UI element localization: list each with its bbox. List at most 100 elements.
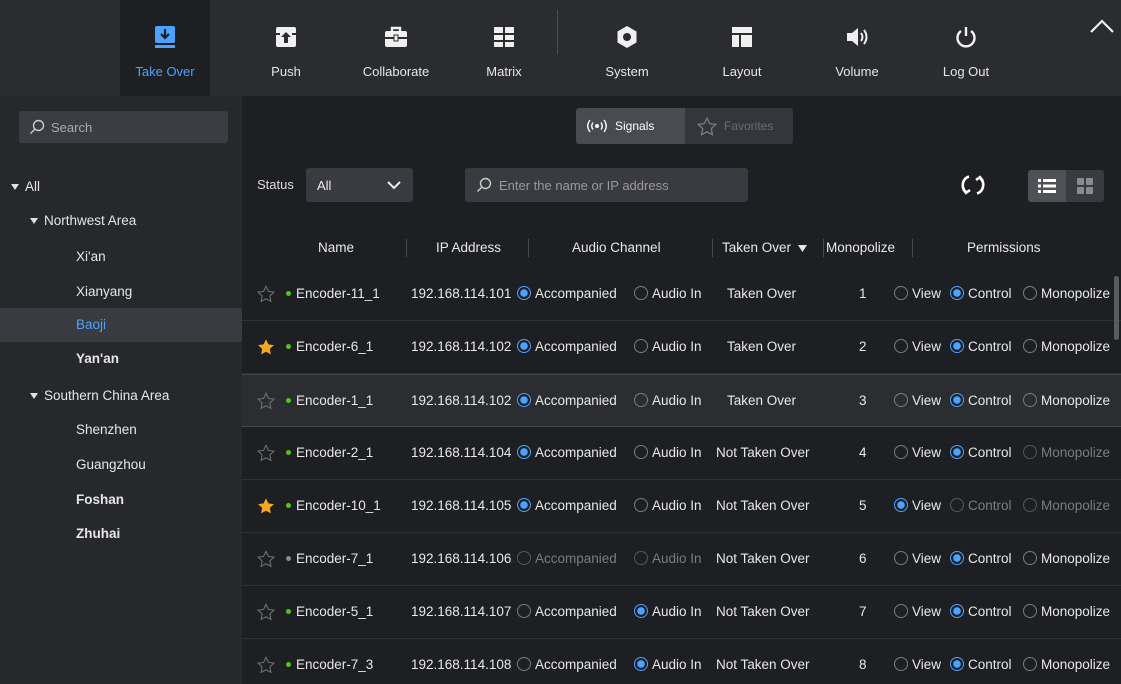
table-row[interactable]: Encoder-11_1 192.168.114.101 Accompanied… [242, 268, 1121, 321]
volume-button[interactable]: Volume [826, 0, 888, 96]
radio-button [517, 498, 531, 513]
permission-control-option[interactable]: Control [950, 533, 1012, 585]
audio-in-option[interactable]: Audio In [634, 480, 702, 532]
tree-node-xianyang[interactable]: Xianyang [0, 275, 242, 309]
permission-view-option[interactable]: View [894, 533, 941, 585]
grid-view-icon[interactable] [1066, 170, 1104, 202]
column-taken-over[interactable]: Taken Over [722, 230, 807, 266]
radio-button [1023, 339, 1037, 354]
layout-button[interactable]: Layout [712, 0, 772, 96]
audio-in-option[interactable]: Audio In [634, 639, 702, 684]
tree-node-baoji[interactable]: Baoji [0, 308, 242, 342]
permission-view-option[interactable]: View [894, 268, 941, 320]
star-filled-icon[interactable] [257, 497, 275, 515]
permission-monopolize-option[interactable]: Monopolize [1023, 533, 1110, 585]
audio-accompanied-option[interactable]: Accompanied [517, 480, 617, 532]
tab-favorites[interactable]: Favorites [685, 108, 793, 144]
collaborate-button[interactable]: Collaborate [352, 0, 440, 96]
tab-signals[interactable]: Signals [576, 108, 685, 144]
list-view-icon[interactable] [1028, 170, 1066, 202]
caret-down-icon [30, 218, 38, 225]
column-permissions[interactable]: Permissions [967, 230, 1041, 266]
scrollbar[interactable] [1114, 276, 1119, 340]
tree-node-baoji-label: Baoji [76, 317, 107, 332]
audio-accompanied-option[interactable]: Accompanied [517, 375, 617, 427]
permission-control-option[interactable]: Control [950, 375, 1012, 427]
permission-monopolize-option[interactable]: Monopolize [1023, 268, 1110, 320]
column-ip-address[interactable]: IP Address [436, 230, 501, 266]
permission-monopolize-option[interactable]: Monopolize [1023, 321, 1110, 373]
permission-control-option[interactable]: Control [950, 427, 1012, 479]
audio-accompanied-option[interactable]: Accompanied [517, 586, 617, 638]
audio-accompanied-option[interactable]: Accompanied [517, 268, 617, 320]
star-outline-icon[interactable] [257, 444, 275, 462]
permission-view-option[interactable]: View [894, 321, 941, 373]
permission-view-label: View [912, 445, 942, 460]
tree-node-xian[interactable]: Xi'an [0, 240, 242, 274]
audio-in-label: Audio In [652, 286, 702, 301]
log-out-button[interactable]: Log Out [935, 0, 997, 96]
permission-control-option[interactable]: Control [950, 586, 1012, 638]
star-filled-icon[interactable] [257, 338, 275, 356]
permission-control-option[interactable]: Control [950, 639, 1012, 684]
audio-in-option[interactable]: Audio In [634, 533, 702, 585]
column-monopolize[interactable]: Monopolize [826, 230, 895, 266]
audio-in-option[interactable]: Audio In [634, 321, 702, 373]
permission-view-option[interactable]: View [894, 427, 941, 479]
chevron-up-icon[interactable] [1089, 18, 1115, 34]
permission-monopolize-option[interactable]: Monopolize [1023, 375, 1110, 427]
permission-monopolize-option[interactable]: Monopolize [1023, 586, 1110, 638]
column-audio-channel[interactable]: Audio Channel [572, 230, 661, 266]
tree-node-southern-china-area[interactable]: Southern China Area [0, 379, 242, 413]
refresh-icon[interactable] [956, 169, 990, 201]
audio-in-option[interactable]: Audio In [634, 375, 702, 427]
table-row[interactable]: Encoder-2_1 192.168.114.104 Accompanied … [242, 427, 1121, 480]
audio-accompanied-option[interactable]: Accompanied [517, 321, 617, 373]
tree-node-guangzhou[interactable]: Guangzhou [0, 448, 242, 482]
tree-node-all[interactable]: All [0, 170, 242, 204]
permission-view-label: View [912, 657, 942, 672]
audio-accompanied-option[interactable]: Accompanied [517, 533, 617, 585]
audio-in-option[interactable]: Audio In [634, 586, 702, 638]
star-outline-icon[interactable] [257, 603, 275, 621]
matrix-button[interactable]: Matrix [470, 0, 538, 96]
permission-monopolize-option[interactable]: Monopolize [1023, 427, 1110, 479]
table-row[interactable]: Encoder-6_1 192.168.114.102 Accompanied … [242, 321, 1121, 374]
star-outline-icon[interactable] [257, 392, 275, 410]
audio-in-option[interactable]: Audio In [634, 268, 702, 320]
permission-view-option[interactable]: View [894, 375, 941, 427]
star-outline-icon[interactable] [257, 656, 275, 674]
table-row[interactable]: Encoder-10_1 192.168.114.105 Accompanied… [242, 480, 1121, 533]
status-filter-select[interactable]: All [306, 168, 413, 202]
permission-monopolize-option[interactable]: Monopolize [1023, 480, 1110, 532]
table-row[interactable]: Encoder-1_1 192.168.114.102 Accompanied … [242, 374, 1121, 427]
table-row[interactable]: Encoder-7_1 192.168.114.106 Accompanied … [242, 533, 1121, 586]
table-row[interactable]: Encoder-5_1 192.168.114.107 Accompanied … [242, 586, 1121, 639]
star-outline-icon[interactable] [257, 550, 275, 568]
permission-view-option[interactable]: View [894, 586, 941, 638]
permission-control-option[interactable]: Control [950, 268, 1012, 320]
audio-accompanied-option[interactable]: Accompanied [517, 427, 617, 479]
audio-in-option[interactable]: Audio In [634, 427, 702, 479]
push-button[interactable]: Push [258, 0, 314, 96]
star-outline-icon[interactable] [257, 285, 275, 303]
permission-view-option[interactable]: View [894, 639, 941, 684]
tree-node-shenzhen[interactable]: Shenzhen [0, 413, 242, 447]
signal-search-input[interactable]: Enter the name or IP address [465, 168, 748, 202]
tree-node-zhuhai-label: Zhuhai [76, 526, 121, 541]
permission-control-option[interactable]: Control [950, 480, 1012, 532]
system-button[interactable]: System [594, 0, 660, 96]
permission-view-option[interactable]: View [894, 480, 941, 532]
table-row[interactable]: Encoder-7_3 192.168.114.108 Accompanied … [242, 639, 1121, 684]
sidebar-search-input[interactable]: Search [19, 111, 228, 143]
audio-accompanied-option[interactable]: Accompanied [517, 639, 617, 684]
tree-node-yanan[interactable]: Yan'an [0, 342, 242, 376]
permission-control-label: Control [968, 286, 1012, 301]
tree-node-northwest-area[interactable]: Northwest Area [0, 204, 242, 238]
take-over-button[interactable]: Take Over [120, 0, 210, 96]
tree-node-foshan[interactable]: Foshan [0, 483, 242, 517]
tree-node-zhuhai[interactable]: Zhuhai [0, 517, 242, 551]
permission-control-option[interactable]: Control [950, 321, 1012, 373]
column-name[interactable]: Name [318, 230, 354, 266]
permission-monopolize-option[interactable]: Monopolize [1023, 639, 1110, 684]
